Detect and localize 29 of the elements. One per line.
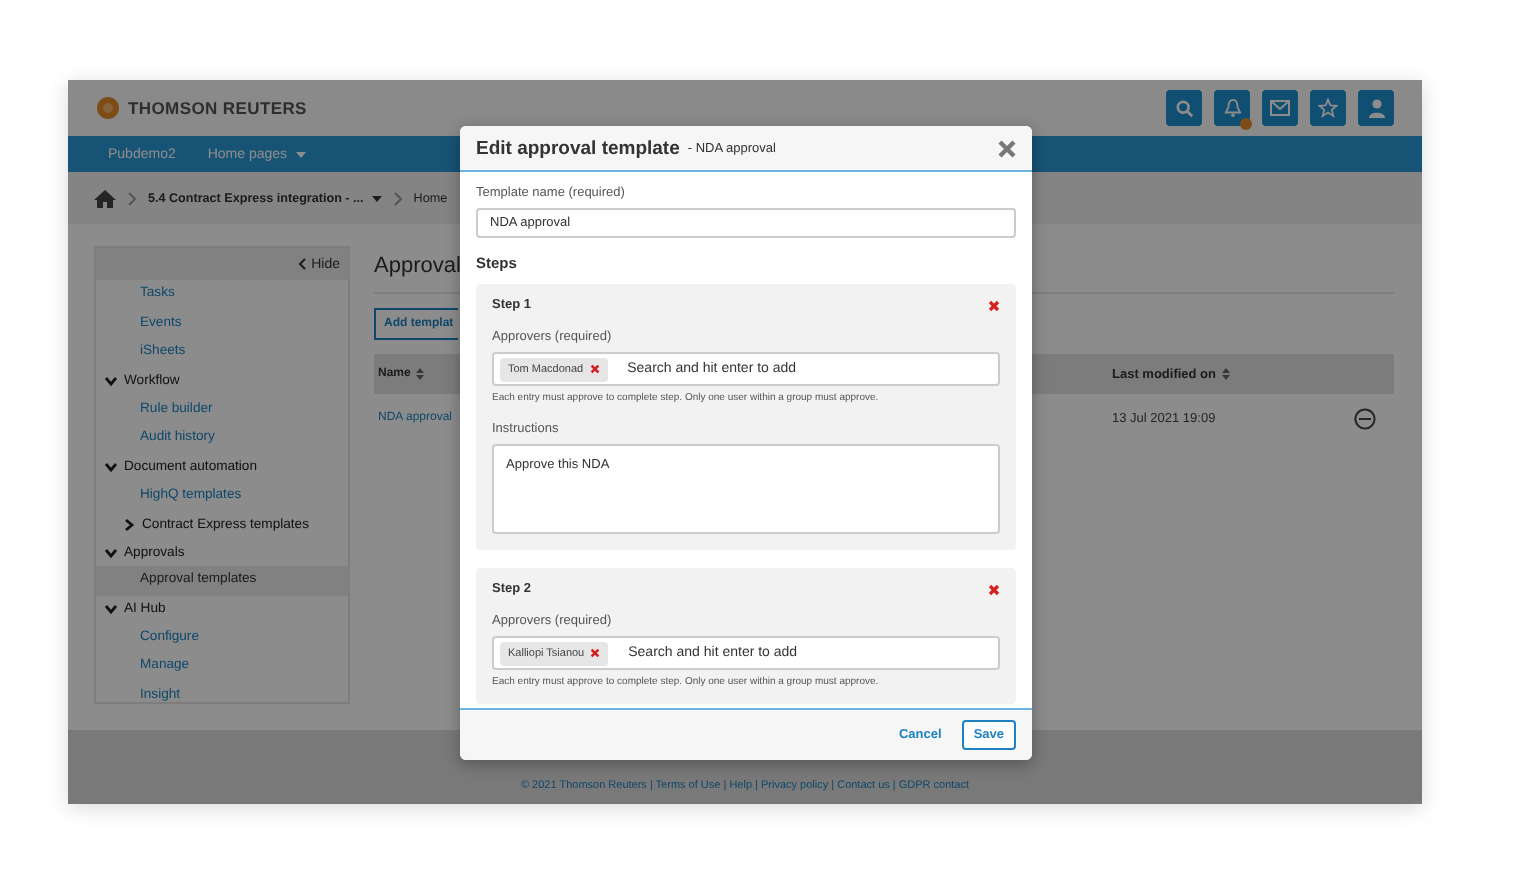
star-icon xyxy=(1318,98,1338,118)
logo-icon xyxy=(96,96,120,120)
logo-text: THOMSON REUTERS xyxy=(128,98,307,118)
user-icon xyxy=(1367,98,1385,118)
delete-icon[interactable] xyxy=(988,583,1000,595)
chevron-right-icon xyxy=(393,191,402,205)
favorites-button[interactable] xyxy=(1310,90,1346,126)
chevron-icon xyxy=(104,374,118,388)
dialog-title: Edit approval template xyxy=(476,137,680,159)
envelope-icon xyxy=(1270,100,1290,116)
chevron-icon xyxy=(104,460,118,474)
sort-icon xyxy=(416,368,425,380)
home-icon[interactable] xyxy=(94,189,116,207)
chevron-left-icon xyxy=(297,258,306,270)
bell-icon xyxy=(1223,98,1241,118)
notifications-button[interactable] xyxy=(1214,90,1250,126)
sort-icon xyxy=(1222,368,1230,380)
delete-icon[interactable] xyxy=(988,299,1000,311)
remove-icon[interactable] xyxy=(1354,407,1376,429)
search-icon xyxy=(1175,99,1193,117)
remove-icon[interactable] xyxy=(589,364,600,374)
messages-button[interactable] xyxy=(1262,90,1298,126)
remove-icon[interactable] xyxy=(590,648,601,658)
search-button[interactable] xyxy=(1166,90,1202,126)
page-title: Approval xyxy=(374,254,461,278)
chevron-icon xyxy=(104,602,118,616)
profile-button[interactable] xyxy=(1358,90,1394,126)
close-icon[interactable] xyxy=(998,139,1016,157)
chevron-right-icon xyxy=(128,191,136,205)
